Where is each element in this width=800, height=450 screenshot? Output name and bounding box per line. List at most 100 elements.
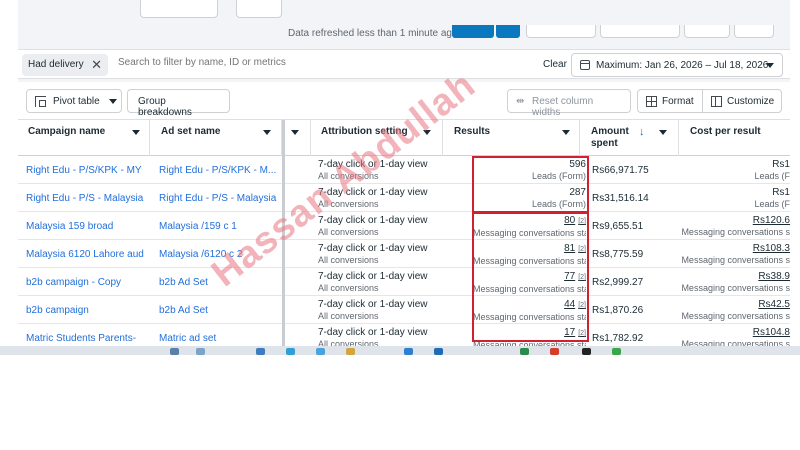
cost-per-result-cell: Rs38.9 Messaging conversations s [680, 268, 790, 296]
amount-spent-cell: Rs9,655.51 [592, 221, 644, 232]
ads-manager-frame: Data refreshed less than 1 minute ago Ha… [18, 0, 790, 346]
sort-arrow-icon[interactable]: ↓ [639, 126, 645, 138]
taskbar-icon[interactable] [316, 348, 325, 355]
cost-per-result-cell: Rs1 Leads (F [680, 156, 790, 184]
cost-per-result-cell: Rs104.8 Messaging conversations s [680, 324, 790, 346]
campaign-name-link[interactable]: Malaysia 159 broad [18, 212, 150, 240]
campaign-name-link[interactable]: b2b campaign - Copy [18, 268, 150, 296]
attribution-cell: 7-day click or 1-day view All conversions [318, 296, 476, 324]
reset-columns-icon: ⇹ [516, 96, 525, 107]
taskbar-icon[interactable] [520, 348, 529, 355]
date-range-picker[interactable]: Maximum: Jan 26, 2026 – Jul 18, 2026 [571, 53, 783, 77]
format-label: Format [662, 96, 694, 107]
reset-column-widths-label: Reset column widths [532, 96, 594, 118]
column-header-label: Campaign name [28, 126, 106, 137]
pivot-table-button[interactable]: Pivot table [26, 89, 122, 113]
attribution-type: All conversions [318, 339, 379, 346]
clear-button[interactable]: Clear [543, 59, 567, 70]
table-row[interactable]: Matric Students Parents- Matric ad set 7-d… [18, 324, 790, 346]
chevron-down-icon[interactable] [291, 130, 299, 135]
campaign-name-link[interactable]: b2b campaign [18, 296, 150, 324]
amount-spent-cell: Rs2,999.27 [592, 277, 644, 288]
cost-per-result-value[interactable]: Rs104.8 [680, 327, 790, 339]
chevron-down-icon [766, 63, 774, 68]
taskbar-icon[interactable] [286, 348, 295, 355]
attribution-type: All conversions [318, 311, 379, 321]
ad-set-name-link[interactable]: b2b Ad Set [151, 296, 282, 324]
top-action-button[interactable] [684, 25, 730, 38]
ad-set-name-link[interactable]: Right Edu - P/S/KPK - M... [151, 156, 282, 184]
taskbar-icon[interactable] [404, 348, 413, 355]
data-refreshed-text: Data refreshed less than 1 minute ago [288, 28, 458, 38]
os-taskbar [0, 346, 800, 355]
top-button[interactable] [236, 0, 282, 18]
campaign-name-link[interactable]: Malaysia 6120 Lahore aud [18, 240, 150, 268]
taskbar-icon[interactable] [582, 348, 591, 355]
cost-per-result-cell: Rs120.6 Messaging conversations s [680, 212, 790, 240]
format-button[interactable]: Format [637, 89, 703, 113]
table-row[interactable]: Malaysia 159 broad Malaysia /159 c 1 7-day… [18, 212, 790, 240]
top-action-button[interactable] [734, 25, 774, 38]
customize-button[interactable]: Customize [702, 89, 782, 113]
cost-per-result-cell: Rs42.5 Messaging conversations s [680, 296, 790, 324]
amount-spent-cell: Rs8,775.59 [592, 249, 644, 260]
highlight-box-messaging [472, 212, 589, 342]
primary-dropdown-button[interactable] [496, 25, 520, 38]
filter-chip-had-delivery[interactable]: Had delivery ✕ [22, 54, 108, 76]
table-row[interactable]: Right Edu - P/S - Malaysia Right Edu - P/… [18, 184, 790, 212]
cost-per-result-value: Rs1 [772, 159, 790, 170]
top-tab[interactable] [140, 0, 218, 18]
filter-chip-label: Had delivery [28, 59, 84, 70]
taskbar-icon[interactable] [196, 348, 205, 355]
table-row[interactable]: Malaysia 6120 Lahore aud Malaysia /6120 c… [18, 240, 790, 268]
cost-per-result-type: Messaging conversations s [681, 227, 790, 237]
taskbar-icon[interactable] [170, 348, 179, 355]
attribution-window: 7-day click or 1-day view [318, 327, 428, 338]
taskbar-icon[interactable] [434, 348, 443, 355]
highlight-box-leads [472, 156, 589, 213]
group-breakdowns-label: Group breakdowns [138, 96, 192, 118]
ad-set-name-link[interactable]: Matric ad set [151, 324, 282, 346]
search-input[interactable] [118, 57, 418, 68]
column-header-campaign-name[interactable]: Campaign name [18, 120, 150, 156]
cost-per-result-value[interactable]: Rs120.6 [680, 215, 790, 227]
campaign-name-link[interactable]: Matric Students Parents- [18, 324, 150, 346]
top-action-button[interactable] [600, 25, 680, 38]
cost-per-result-value[interactable]: Rs108.3 [680, 243, 790, 255]
taskbar-icon[interactable] [256, 348, 265, 355]
pivot-table-label: Pivot table [53, 96, 100, 107]
close-icon[interactable]: ✕ [91, 57, 102, 73]
amount-spent-cell: Rs31,516.14 [592, 193, 649, 204]
column-header-unnamed[interactable] [285, 120, 311, 156]
chevron-down-icon[interactable] [659, 130, 667, 135]
table-row[interactable]: b2b campaign - Copy b2b Ad Set 7-day click… [18, 268, 790, 296]
campaign-name-link[interactable]: Right Edu - P/S - Malaysia [18, 184, 150, 212]
attribution-type: All conversions [318, 283, 379, 293]
column-header-amount-spent[interactable]: Amount spent ↓ [581, 120, 679, 156]
column-header-cost-per-result[interactable]: Cost per result [680, 120, 790, 156]
taskbar-icon[interactable] [612, 348, 621, 355]
primary-button[interactable] [452, 25, 494, 38]
taskbar-icon[interactable] [550, 348, 559, 355]
cost-per-result-type: Messaging conversations s [681, 339, 790, 346]
group-breakdowns-button[interactable]: Group breakdowns [127, 89, 230, 118]
chevron-down-icon[interactable] [132, 130, 140, 135]
cost-per-result-type: Messaging conversations s [681, 283, 790, 293]
top-action-button[interactable] [526, 25, 596, 38]
table-row[interactable]: b2b campaign b2b Ad Set 7-day click or 1-d… [18, 296, 790, 324]
column-header-ad-set-name[interactable]: Ad set name [151, 120, 282, 156]
cost-per-result-type: Leads (F [754, 199, 790, 209]
reset-column-widths-button[interactable]: ⇹ Reset column widths [507, 89, 631, 118]
cost-per-result-value[interactable]: Rs42.5 [680, 299, 790, 311]
attribution-window: 7-day click or 1-day view [318, 243, 428, 254]
chevron-down-icon [109, 99, 117, 104]
taskbar-icon[interactable] [346, 348, 355, 355]
chevron-down-icon[interactable] [263, 130, 271, 135]
column-header-results[interactable]: Results [444, 120, 580, 156]
attribution-cell: 7-day click or 1-day view All conversions [318, 240, 476, 268]
chevron-down-icon[interactable] [562, 130, 570, 135]
cost-per-result-type: Messaging conversations s [681, 255, 790, 265]
campaign-name-link[interactable]: Right Edu - P/S/KPK - MY [18, 156, 150, 184]
cost-per-result-value[interactable]: Rs38.9 [680, 271, 790, 283]
ad-set-name-link[interactable]: Right Edu - P/S - Malaysia [151, 184, 282, 212]
